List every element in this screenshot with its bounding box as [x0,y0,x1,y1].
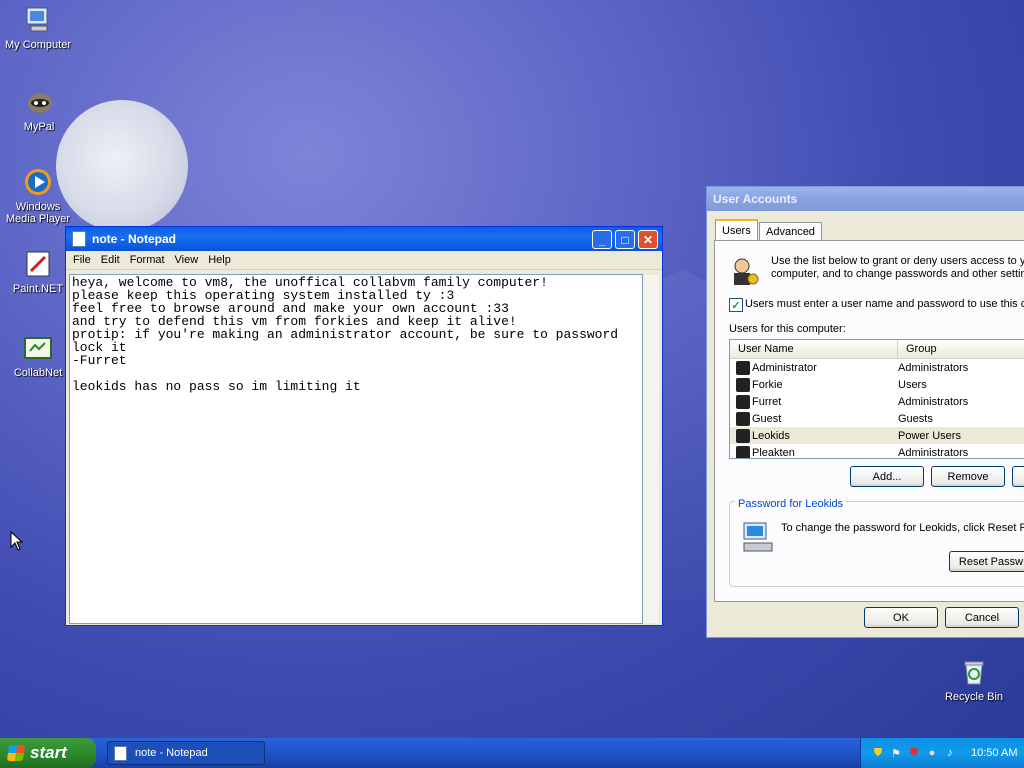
desktop-icon-label: Recycle Bin [944,691,1004,703]
desktop-icon-label: MyPal [23,121,55,133]
tab-users-label: Users [722,224,751,237]
user-name: Leokids [752,429,790,442]
start-label: start [30,743,67,762]
taskbar: start note - Notepad ⛊ ⚑ ⛊ ● ♪ 10:50 AM [0,738,1024,768]
minimize-icon: _ [598,232,606,247]
start-button[interactable]: start [0,738,96,768]
menu-edit[interactable]: Edit [96,254,125,266]
menu-view[interactable]: View [170,254,204,266]
password-text: To change the password for Leokids, clic… [781,522,1024,534]
table-row[interactable]: Administrator Administrators [730,359,1024,376]
user-group: Power Users [898,429,961,442]
windows-logo-icon [6,745,26,761]
notepad-task-icon [114,745,127,761]
paint-icon [22,248,54,280]
system-tray: ⛊ ⚑ ⛊ ● ♪ 10:50 AM [860,738,1024,768]
tab-advanced-label: Advanced [766,225,815,238]
menu-format[interactable]: Format [125,254,170,266]
require-password-checkbox[interactable]: ✓ [729,298,743,312]
user-name: Administrator [752,361,817,374]
user-name: Guest [752,412,782,425]
password-group-label: Password for Leokids [735,498,847,510]
antivirus-icon[interactable]: ● [925,746,939,760]
table-row[interactable]: Guest Guests [730,410,1024,427]
minimize-button[interactable]: _ [592,230,612,249]
taskbar-notepad-button[interactable]: note - Notepad [107,741,265,765]
taskbar-notepad-label: note - Notepad [135,747,208,759]
users-list[interactable]: User Name Group Administrator Administrat… [729,339,1024,459]
user-group: Users [898,378,927,391]
notepad-app-icon [72,231,86,247]
users-description: Use the list below to grant or deny user… [771,255,1024,280]
table-row[interactable]: Pleakten Administrators [730,444,1024,459]
menu-file[interactable]: File [68,254,96,266]
tab-users[interactable]: Users [715,219,758,240]
notepad-menubar: File Edit Format View Help [66,251,662,270]
user-icon [736,360,750,375]
user-group: Guests [898,412,933,425]
maximize-icon: □ [621,232,629,247]
user-group: Administrators [898,446,969,459]
desktop-icon-label: My Computer [4,39,72,51]
desktop-icon-recycle-bin[interactable]: Recycle Bin [936,656,1012,703]
user-icon [736,411,750,426]
table-row-selected[interactable]: Leokids Power Users [730,427,1024,444]
add-user-button[interactable]: Add... [850,466,924,487]
require-password-label: Users must enter a user name and passwor… [745,298,1024,310]
volume-icon[interactable]: ♪ [943,746,957,760]
tab-advanced[interactable]: Advanced [759,222,822,240]
security-shield-icon[interactable]: ⛊ [871,746,885,760]
user-accounts-titlebar[interactable]: User Accounts [707,187,1024,211]
recycle-bin-icon [958,656,990,688]
remove-user-button[interactable]: Remove [931,466,1005,487]
raccoon-icon [23,86,55,118]
user-icon [736,377,750,392]
column-header-user-name[interactable]: User Name [730,340,898,358]
table-row[interactable]: Forkie Users [730,376,1024,393]
collabnet-icon [22,332,54,364]
close-icon: ✕ [642,232,654,247]
user-name: Forkie [752,378,783,391]
desktop-icon-my-computer[interactable]: My Computer [0,4,76,51]
close-button[interactable]: ✕ [638,230,658,249]
table-row[interactable]: Furret Administrators [730,393,1024,410]
user-group: Administrators [898,361,969,374]
network-icon[interactable]: ⚑ [889,746,903,760]
notepad-vertical-scrollbar[interactable] [643,275,659,623]
users-keys-icon [729,255,763,289]
user-accounts-window: User Accounts Users Advanced Use the lis… [706,186,1024,638]
cancel-button[interactable]: Cancel [945,607,1019,628]
column-header-group[interactable]: Group [898,340,1024,358]
notepad-titlebar[interactable]: note - Notepad [66,227,662,251]
notepad-window: note - Notepad _ □ ✕ File Edit Format Vi… [65,226,663,626]
users-list-header: User Name Group [730,340,1024,359]
user-icon [736,445,750,458]
menu-help[interactable]: Help [203,254,236,266]
notepad-title: note - Notepad [92,232,176,246]
mouse-cursor-icon [10,531,24,551]
desktop-icon-label: Windows Media Player [5,201,71,225]
user-icon [736,428,750,443]
notepad-text-area[interactable]: heya, welcome to vm8, the unoffical coll… [69,274,643,624]
security-alert-icon[interactable]: ⛊ [907,746,921,760]
user-group: Administrators [898,395,969,408]
desktop-icon-mypal[interactable]: MyPal [1,86,77,133]
password-computer-icon [741,521,775,555]
media-player-icon [22,166,54,198]
properties-button[interactable] [1012,466,1024,487]
users-list-label: Users for this computer: [729,323,846,335]
user-name: Furret [752,395,782,408]
user-accounts-title: User Accounts [713,192,798,206]
user-name: Pleakten [752,446,795,459]
desktop-icon-windows-media-player[interactable]: Windows Media Player [0,166,76,225]
user-icon [736,394,750,409]
computer-icon [22,4,54,36]
clock[interactable]: 10:50 AM [971,747,1017,759]
maximize-button[interactable]: □ [615,230,635,249]
ok-button[interactable]: OK [864,607,938,628]
reset-password-button[interactable]: Reset Passw [949,551,1024,572]
